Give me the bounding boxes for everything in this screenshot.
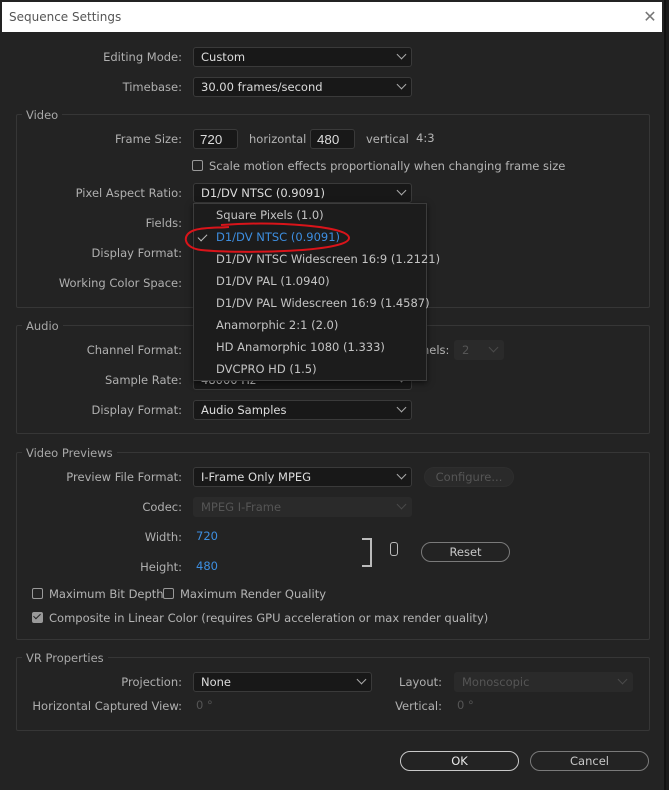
par-menu-item[interactable]: D1/DV NTSC (0.9091): [194, 226, 426, 248]
dialog-title: Sequence Settings: [9, 10, 122, 24]
pixel-aspect-ratio-label: Pixel Aspect Ratio:: [75, 186, 182, 200]
channels-select[interactable]: 2: [454, 340, 504, 360]
codec-select[interactable]: MPEG I-Frame: [193, 497, 412, 517]
scale-motion-label: Scale motion effects proportionally when…: [209, 159, 566, 173]
par-menu-item[interactable]: HD Anamorphic 1080 (1.333): [194, 336, 426, 358]
title-bar: Sequence Settings ✕: [2, 2, 662, 32]
close-icon[interactable]: ✕: [642, 8, 658, 26]
par-menu-item-label: D1/DV NTSC Widescreen 16:9 (1.2121): [216, 252, 441, 266]
par-menu-item-label: D1/DV NTSC (0.9091): [216, 230, 341, 244]
aspect-ratio-readout: 4:3: [416, 131, 435, 145]
pixel-aspect-ratio-select[interactable]: D1/DV NTSC (0.9091): [193, 183, 412, 203]
par-menu-item-label: HD Anamorphic 1080 (1.333): [216, 340, 385, 354]
layout-value: Monoscopic: [462, 675, 530, 689]
chevron-down-icon: [396, 469, 407, 480]
chevron-down-icon: [396, 79, 407, 90]
video-group-label: Video: [22, 108, 63, 122]
reset-button[interactable]: Reset: [421, 542, 510, 562]
layout-label: Layout:: [399, 675, 442, 689]
timebase-label: Timebase:: [122, 80, 182, 94]
pixel-aspect-ratio-value: D1/DV NTSC (0.9091): [201, 186, 326, 200]
preview-height-label: Height:: [140, 560, 182, 574]
par-menu-item-label: Square Pixels (1.0): [216, 208, 324, 222]
chevron-down-icon: [396, 185, 407, 196]
pixel-aspect-ratio-menu: Square Pixels (1.0) D1/DV NTSC (0.9091) D1…: [193, 203, 440, 381]
link-icon[interactable]: [390, 542, 398, 556]
sample-rate-label: Sample Rate:: [104, 373, 182, 387]
par-menu-item-label: D1/DV PAL (1.0940): [216, 274, 330, 288]
par-menu-item-label: DVCPRO HD (1.5): [216, 362, 317, 376]
projection-select[interactable]: None: [193, 672, 372, 692]
max-bit-depth-label: Maximum Bit Depth: [49, 587, 164, 601]
composite-linear-checkbox[interactable]: [32, 612, 43, 623]
vertical-label: vertical: [366, 132, 409, 146]
par-menu-item-label: D1/DV PAL Widescreen 16:9 (1.4587): [216, 296, 430, 310]
preview-width-label: Width:: [144, 530, 182, 544]
editing-mode-value: Custom: [201, 50, 246, 64]
preview-height-value[interactable]: 480: [196, 559, 218, 573]
frame-size-label: Frame Size:: [115, 132, 182, 146]
projection-label: Projection:: [121, 675, 182, 689]
chevron-down-icon: [396, 499, 407, 510]
audio-display-format-label: Display Format:: [91, 403, 182, 417]
par-menu-item[interactable]: D1/DV PAL (1.0940): [194, 270, 426, 292]
chevron-down-icon: [396, 402, 407, 413]
display-format-label: Display Format:: [91, 246, 182, 260]
vr-properties-group: [16, 657, 650, 731]
editing-mode-select[interactable]: Custom: [193, 47, 412, 67]
channel-format-label: Channel Format:: [86, 343, 182, 357]
scale-motion-checkbox[interactable]: [192, 160, 203, 171]
par-menu-item[interactable]: D1/DV PAL Widescreen 16:9 (1.4587): [194, 292, 430, 314]
video-previews-group-label: Video Previews: [22, 446, 117, 460]
max-bit-depth-checkbox[interactable]: [32, 588, 43, 599]
chevron-down-icon: [617, 674, 628, 685]
ok-button[interactable]: OK: [400, 751, 519, 771]
timebase-value: 30.00 frames/second: [201, 80, 323, 94]
configure-button[interactable]: Configure...: [424, 467, 514, 487]
cancel-button[interactable]: Cancel: [530, 751, 649, 771]
par-menu-item[interactable]: Anamorphic 2:1 (2.0): [194, 314, 426, 336]
horizontal-captured-view-label: Horizontal Captured View:: [32, 699, 182, 713]
timebase-select[interactable]: 30.00 frames/second: [193, 77, 412, 97]
max-render-quality-label: Maximum Render Quality: [180, 587, 327, 601]
preview-file-format-label: Preview File Format:: [66, 470, 182, 484]
par-menu-item[interactable]: DVCPRO HD (1.5): [194, 358, 426, 380]
preview-width-value[interactable]: 720: [196, 529, 218, 543]
composite-linear-label: Composite in Linear Color (requires GPU …: [49, 611, 489, 625]
layout-select[interactable]: Monoscopic: [454, 672, 633, 692]
editing-mode-label: Editing Mode:: [103, 50, 182, 64]
sequence-settings-dialog: Sequence Settings ✕ Editing Mode: Custom…: [0, 0, 666, 790]
par-menu-item-label: Anamorphic 2:1 (2.0): [216, 318, 339, 332]
codec-value: MPEG I-Frame: [201, 500, 282, 514]
chevron-down-icon: [396, 49, 407, 60]
fields-label: Fields:: [145, 216, 182, 230]
projection-value: None: [201, 675, 232, 689]
horizontal-label: horizontal: [249, 132, 307, 146]
max-render-quality-checkbox[interactable]: [163, 588, 174, 599]
audio-display-format-select[interactable]: Audio Samples: [193, 400, 412, 420]
chevron-down-icon: [356, 674, 367, 685]
link-bracket: [362, 538, 372, 567]
frame-height-input[interactable]: [310, 129, 355, 149]
codec-label: Codec:: [142, 500, 182, 514]
horizontal-captured-view-value[interactable]: 0 °: [196, 698, 213, 712]
frame-width-input[interactable]: [193, 129, 238, 149]
vertical-value[interactable]: 0 °: [457, 698, 474, 712]
preview-file-format-select[interactable]: I-Frame Only MPEG: [193, 467, 412, 487]
preview-file-format-value: I-Frame Only MPEG: [201, 470, 312, 484]
checkmark-icon: [197, 231, 208, 242]
audio-group-label: Audio: [22, 319, 63, 333]
audio-display-format-value: Audio Samples: [201, 403, 287, 417]
vr-properties-group-label: VR Properties: [22, 651, 108, 665]
channels-value: 2: [462, 343, 470, 357]
par-menu-item[interactable]: Square Pixels (1.0): [194, 204, 426, 226]
working-color-space-label: Working Color Space:: [58, 276, 182, 290]
chevron-down-icon: [488, 342, 499, 353]
par-menu-item[interactable]: D1/DV NTSC Widescreen 16:9 (1.2121): [194, 248, 440, 270]
vertical-label-vr: Vertical:: [395, 699, 442, 713]
